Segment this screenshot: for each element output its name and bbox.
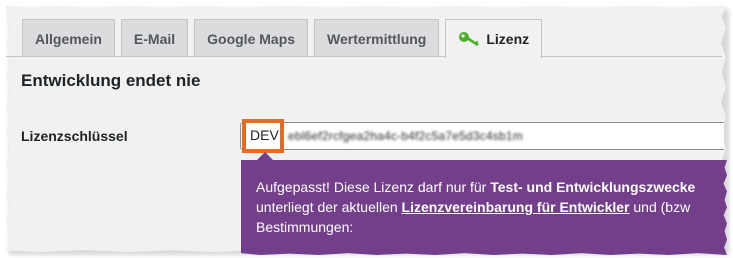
license-key-label: Lizenzschlüssel	[21, 128, 128, 144]
license-key-value-masked: ebl6ef2rcfgea2ha4c-b4f2c5a7e5d3c4sb1m	[288, 129, 523, 143]
tab-email[interactable]: E-Mail	[120, 19, 189, 57]
tab-wertermittlung[interactable]: Wertermittlung	[314, 19, 440, 57]
notice-line-3: Bestimmungen:	[256, 217, 727, 237]
tab-label: Lizenz	[486, 31, 530, 47]
notice-line-2: unterliegt der aktuellen Lizenzvereinbar…	[256, 197, 727, 217]
tab-divider	[6, 56, 722, 57]
notice-text: Bestimmungen:	[256, 219, 354, 235]
tab-label: Google Maps	[207, 30, 296, 47]
notice-text: und (bzw	[629, 199, 691, 215]
key-icon	[459, 32, 480, 46]
notice-pointer	[256, 152, 274, 161]
license-agreement-link[interactable]: Lizenzvereinbarung für Entwickler	[402, 199, 630, 215]
notice-strong-text: Test- und Entwicklungszwecke	[490, 179, 696, 195]
tab-label: E-Mail	[133, 30, 176, 47]
tab-bar: Allgemein E-Mail Google Maps Wertermittl…	[22, 19, 548, 58]
tab-label: Wertermittlung	[327, 30, 427, 47]
tab-allgemein[interactable]: Allgemein	[22, 19, 115, 57]
license-prefix: DEV	[250, 127, 279, 143]
notice-text: unterliegt der aktuellen	[256, 199, 402, 215]
tab-lizenz[interactable]: Lizenz	[445, 19, 543, 58]
license-notice: Aufgepasst! Diese Lizenz darf nur für Te…	[241, 160, 727, 255]
notice-line-1: Aufgepasst! Diese Lizenz darf nur für Te…	[256, 177, 727, 197]
section-title: Entwicklung endet nie	[21, 71, 201, 90]
tab-google-maps[interactable]: Google Maps	[194, 19, 309, 57]
notice-text: Aufgepasst! Diese Lizenz darf nur für	[256, 179, 491, 195]
tab-label: Allgemein	[35, 30, 102, 47]
